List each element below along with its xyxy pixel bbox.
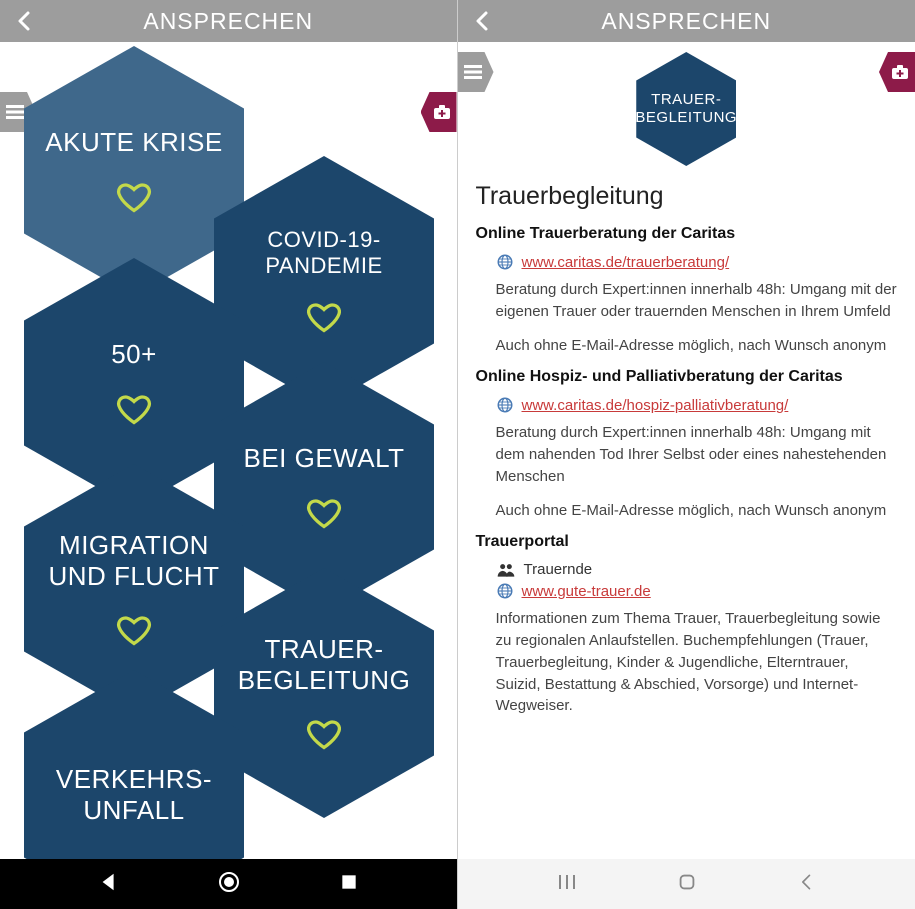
screen-detail: ANSPRECHEN TRAUER- BEGLEITUNG Trauerbegl [458, 0, 915, 909]
hex-label: COVID-19-PANDEMIE [214, 227, 434, 280]
favorite-toggle[interactable] [116, 391, 152, 427]
hex-label: VERKEHRS- UNFALL [46, 764, 222, 826]
screen-categories: ANSPRECHEN AKUTE KRISE [0, 0, 458, 909]
page-title: ANSPRECHEN [458, 8, 915, 35]
paragraph: Auch ohne E-Mail-Adresse möglich, nach W… [496, 500, 898, 522]
favorite-toggle[interactable] [306, 495, 342, 531]
page-title: ANSPRECHEN [0, 8, 457, 35]
detail-content: Trauerbegleitung Online Trauerberatung d… [458, 176, 915, 729]
nav-back[interactable] [797, 872, 817, 897]
paragraph: Beratung durch Expert:innen innerhalb 48… [496, 279, 898, 323]
nav-home[interactable] [217, 870, 241, 899]
audience-row: Trauernde [496, 561, 898, 578]
nav-back[interactable] [98, 871, 120, 898]
menu-icon [464, 64, 482, 80]
detail-heading: Trauerbegleitung [476, 182, 898, 211]
link-row: www.caritas.de/trauerberatung/ [496, 253, 898, 271]
external-link[interactable]: www.caritas.de/trauerberatung/ [522, 254, 730, 271]
favorite-toggle[interactable] [116, 612, 152, 648]
hex-label: MIGRATION UND FLUCHT [24, 530, 244, 592]
medkit-icon [433, 104, 451, 120]
triangle-back-icon [98, 871, 120, 893]
heart-outline-icon [116, 612, 152, 648]
emergency-tab[interactable] [879, 52, 915, 92]
nav-recent[interactable] [339, 872, 359, 897]
detail-scroll[interactable]: TRAUER- BEGLEITUNG Trauerbegleitung Onli… [458, 42, 915, 859]
menu-tab[interactable] [458, 52, 494, 92]
category-hex-trauer[interactable]: TRAUER- BEGLEITUNG [214, 568, 434, 818]
globe-icon [496, 396, 514, 414]
paragraph: Informationen zum Thema Trauer, Trauerbe… [496, 608, 898, 717]
link-row: www.caritas.de/hospiz-palliativberatung/ [496, 396, 898, 414]
link-row: www.gute-trauer.de [496, 582, 898, 600]
topbar: ANSPRECHEN [458, 0, 915, 42]
paragraph: Beratung durch Expert:innen innerhalb 48… [496, 422, 898, 487]
arrow-left-icon [13, 9, 37, 33]
topbar: ANSPRECHEN [0, 0, 457, 42]
section-title: Trauerportal [476, 533, 898, 551]
people-icon [496, 563, 516, 577]
external-link[interactable]: www.gute-trauer.de [522, 583, 651, 600]
android-navbar [0, 859, 457, 909]
android-navbar [458, 859, 915, 909]
emergency-tab[interactable] [421, 92, 457, 132]
recent-lines-icon [556, 872, 578, 892]
nav-recent[interactable] [556, 872, 578, 897]
nav-home[interactable] [676, 871, 698, 898]
arrow-left-icon [471, 9, 495, 33]
favorite-toggle[interactable] [116, 179, 152, 215]
globe-icon [496, 582, 514, 600]
hex-label: TRAUER- BEGLEITUNG [228, 634, 421, 696]
favorite-toggle[interactable] [306, 716, 342, 752]
category-badge: TRAUER- BEGLEITUNG [636, 52, 736, 166]
section-title: Online Hospiz- und Palliativberatung der… [476, 368, 898, 386]
hex-label: 50+ [101, 339, 167, 370]
heart-outline-icon [306, 299, 342, 335]
chevron-back-icon [797, 872, 817, 892]
globe-icon [496, 253, 514, 271]
category-grid: AKUTE KRISE COVID-19-PANDEMIE 50+ BEI GE… [0, 42, 457, 859]
external-link[interactable]: www.caritas.de/hospiz-palliativberatung/ [522, 397, 789, 414]
heart-outline-icon [306, 495, 342, 531]
heart-outline-icon [116, 391, 152, 427]
heart-outline-icon [116, 179, 152, 215]
square-recent-icon [339, 872, 359, 892]
menu-icon [6, 104, 24, 120]
hex-label: BEI GEWALT [233, 443, 414, 474]
back-button[interactable] [458, 0, 508, 42]
category-hex-verkehr[interactable]: VERKEHRS- UNFALL [24, 670, 244, 859]
medkit-icon [891, 64, 909, 80]
home-outline-icon [676, 871, 698, 893]
heart-outline-icon [306, 716, 342, 752]
section-title: Online Trauerberatung der Caritas [476, 225, 898, 243]
back-button[interactable] [0, 0, 50, 42]
hex-label: AKUTE KRISE [35, 127, 232, 158]
circle-home-icon [217, 870, 241, 894]
favorite-toggle[interactable] [306, 299, 342, 335]
audience-label: Trauernde [524, 561, 593, 578]
paragraph: Auch ohne E-Mail-Adresse möglich, nach W… [496, 335, 898, 357]
